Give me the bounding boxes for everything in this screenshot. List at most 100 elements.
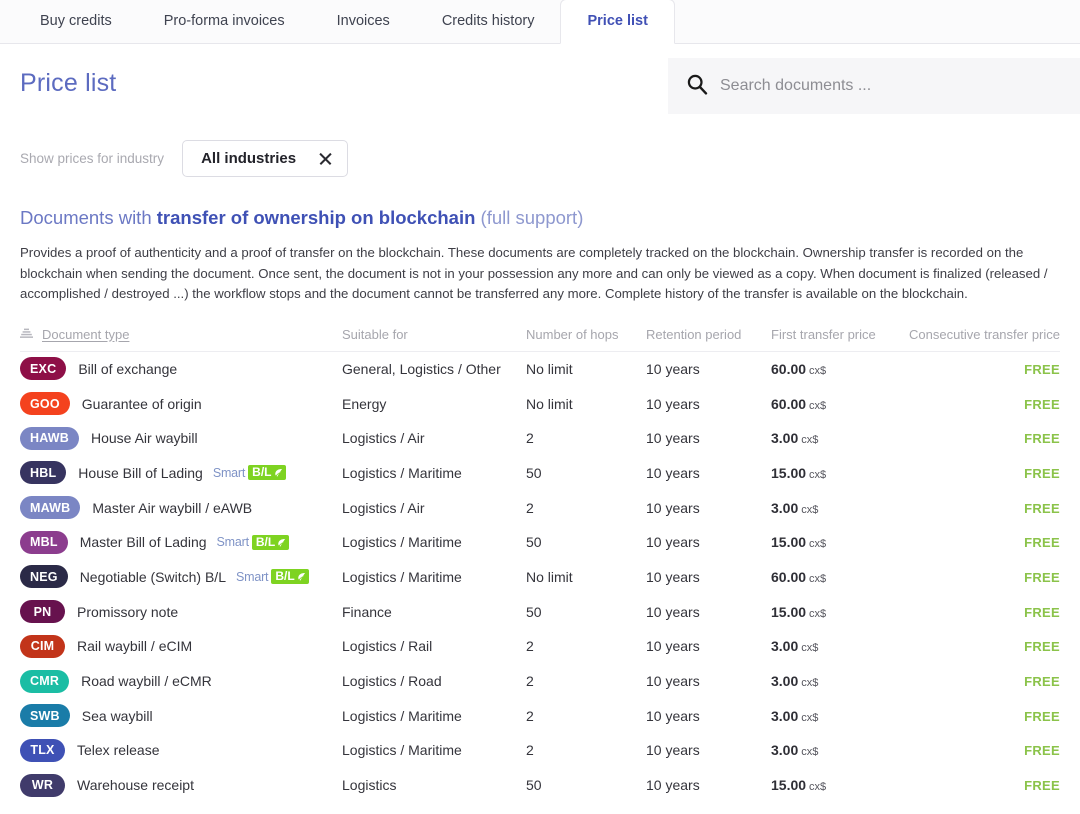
tab-credits-history[interactable]: Credits history: [416, 0, 561, 43]
smart-bl-tag-label: B/L: [252, 466, 271, 479]
search-input[interactable]: [720, 77, 1062, 95]
consecutive-transfer-price-cell: FREE: [903, 604, 1060, 620]
tab-invoices[interactable]: Invoices: [311, 0, 416, 43]
document-name: House Air waybill: [91, 430, 198, 446]
section-description: Provides a proof of authenticity and a p…: [20, 243, 1060, 305]
close-icon[interactable]: [318, 151, 333, 166]
industry-filter-row: Show prices for industry All industries: [20, 140, 1060, 177]
document-type-cell: PNPromissory note: [20, 600, 342, 623]
document-code-badge: CIM: [20, 635, 65, 658]
retention-period-cell: 10 years: [646, 396, 771, 412]
tab-buy-credits[interactable]: Buy credits: [14, 0, 138, 43]
document-type-cell: EXCBill of exchange: [20, 357, 342, 380]
tab-pro-forma-invoices[interactable]: Pro-forma invoices: [138, 0, 311, 43]
consecutive-transfer-price-value: FREE: [1024, 743, 1060, 758]
consecutive-transfer-price-cell: FREE: [903, 361, 1060, 377]
smart-bl-text: Smart: [213, 466, 245, 480]
smart-bl-tag-label: B/L: [275, 570, 294, 583]
table-row[interactable]: NEGNegotiable (Switch) B/LSmartB/LLogist…: [20, 560, 1060, 595]
document-name: House Bill of Lading: [78, 465, 203, 481]
first-transfer-price-cell: 15.00cx$: [771, 777, 903, 793]
currency-label: cx$: [801, 434, 818, 446]
industry-filter-value: All industries: [201, 150, 296, 167]
table-row[interactable]: CMRRoad waybill / eCMRLogistics / Road21…: [20, 664, 1060, 699]
consecutive-transfer-price-cell: FREE: [903, 465, 1060, 481]
currency-label: cx$: [809, 400, 826, 412]
industry-filter-chip[interactable]: All industries: [182, 140, 348, 177]
number-of-hops-cell: 2: [526, 673, 646, 689]
tab-bar: Buy creditsPro-forma invoicesInvoicesCre…: [0, 0, 1080, 44]
first-transfer-price-value: 15.00: [771, 534, 806, 550]
price-table: Document type Suitable for Number of hop…: [20, 327, 1060, 803]
column-header-document-type[interactable]: Document type: [20, 327, 342, 342]
consecutive-transfer-price-value: FREE: [1024, 431, 1060, 446]
table-row[interactable]: CIMRail waybill / eCIMLogistics / Rail21…: [20, 629, 1060, 664]
first-transfer-price-cell: 60.00cx$: [771, 569, 903, 585]
consecutive-transfer-price-value: FREE: [1024, 778, 1060, 793]
section-heading-strong: transfer of ownership on blockchain: [157, 207, 476, 228]
table-row[interactable]: MBLMaster Bill of LadingSmartB/LLogistic…: [20, 525, 1060, 560]
document-code-badge: MBL: [20, 531, 68, 554]
consecutive-transfer-price-value: FREE: [1024, 570, 1060, 585]
table-row[interactable]: MAWBMaster Air waybill / eAWBLogistics /…: [20, 490, 1060, 525]
currency-label: cx$: [809, 781, 826, 793]
first-transfer-price-cell: 15.00cx$: [771, 465, 903, 481]
document-code-badge: CMR: [20, 670, 69, 693]
first-transfer-price-value: 3.00: [771, 638, 798, 654]
retention-period-cell: 10 years: [646, 500, 771, 516]
first-transfer-price-value: 15.00: [771, 465, 806, 481]
consecutive-transfer-price-value: FREE: [1024, 605, 1060, 620]
number-of-hops-cell: 50: [526, 604, 646, 620]
suitable-for-cell: General, Logistics / Other: [342, 361, 526, 377]
number-of-hops-cell: No limit: [526, 361, 646, 377]
table-row[interactable]: GOOGuarantee of originEnergyNo limit10 y…: [20, 386, 1060, 421]
document-code-badge: NEG: [20, 565, 68, 588]
suitable-for-cell: Finance: [342, 604, 526, 620]
retention-period-cell: 10 years: [646, 742, 771, 758]
first-transfer-price-value: 3.00: [771, 708, 798, 724]
consecutive-transfer-price-value: FREE: [1024, 639, 1060, 654]
suitable-for-cell: Logistics / Maritime: [342, 534, 526, 550]
retention-period-cell: 10 years: [646, 430, 771, 446]
consecutive-transfer-price-cell: FREE: [903, 777, 1060, 793]
table-row[interactable]: SWBSea waybillLogistics / Maritime210 ye…: [20, 698, 1060, 733]
document-name: Master Air waybill / eAWB: [92, 500, 252, 516]
table-row[interactable]: TLXTelex releaseLogistics / Maritime210 …: [20, 733, 1060, 768]
retention-period-cell: 10 years: [646, 534, 771, 550]
suitable-for-cell: Logistics / Air: [342, 430, 526, 446]
search-icon: [686, 73, 708, 100]
document-code-badge: MAWB: [20, 496, 80, 519]
tab-price-list[interactable]: Price list: [560, 0, 674, 44]
document-name: Sea waybill: [82, 708, 153, 724]
table-row[interactable]: HAWBHouse Air waybillLogistics / Air210 …: [20, 421, 1060, 456]
first-transfer-price-cell: 3.00cx$: [771, 742, 903, 758]
document-type-cell: WRWarehouse receipt: [20, 774, 342, 797]
table-row[interactable]: HBLHouse Bill of LadingSmartB/LLogistics…: [20, 456, 1060, 491]
leaf-icon: [274, 468, 283, 477]
consecutive-transfer-price-cell: FREE: [903, 569, 1060, 585]
currency-label: cx$: [809, 608, 826, 620]
retention-period-cell: 10 years: [646, 708, 771, 724]
document-name: Bill of exchange: [78, 361, 177, 377]
number-of-hops-cell: 50: [526, 534, 646, 550]
table-row[interactable]: WRWarehouse receiptLogistics5010 years15…: [20, 768, 1060, 803]
number-of-hops-cell: 50: [526, 465, 646, 481]
document-code-badge: SWB: [20, 704, 70, 727]
table-row[interactable]: EXCBill of exchangeGeneral, Logistics / …: [20, 352, 1060, 387]
consecutive-transfer-price-value: FREE: [1024, 501, 1060, 516]
first-transfer-price-value: 60.00: [771, 396, 806, 412]
first-transfer-price-cell: 3.00cx$: [771, 673, 903, 689]
section-heading-suffix: (full support): [475, 207, 583, 228]
document-code-badge: HAWB: [20, 427, 79, 450]
search-box[interactable]: [668, 58, 1080, 114]
table-row[interactable]: PNPromissory noteFinance5010 years15.00c…: [20, 594, 1060, 629]
consecutive-transfer-price-value: FREE: [1024, 362, 1060, 377]
retention-period-cell: 10 years: [646, 361, 771, 377]
section-heading-prefix: Documents with: [20, 207, 157, 228]
industry-filter-label: Show prices for industry: [20, 151, 164, 166]
suitable-for-cell: Logistics / Maritime: [342, 708, 526, 724]
document-name: Master Bill of Lading: [80, 534, 207, 550]
column-header-first-transfer-price: First transfer price: [771, 327, 903, 342]
column-header-suitable-for: Suitable for: [342, 327, 526, 342]
consecutive-transfer-price-cell: FREE: [903, 638, 1060, 654]
